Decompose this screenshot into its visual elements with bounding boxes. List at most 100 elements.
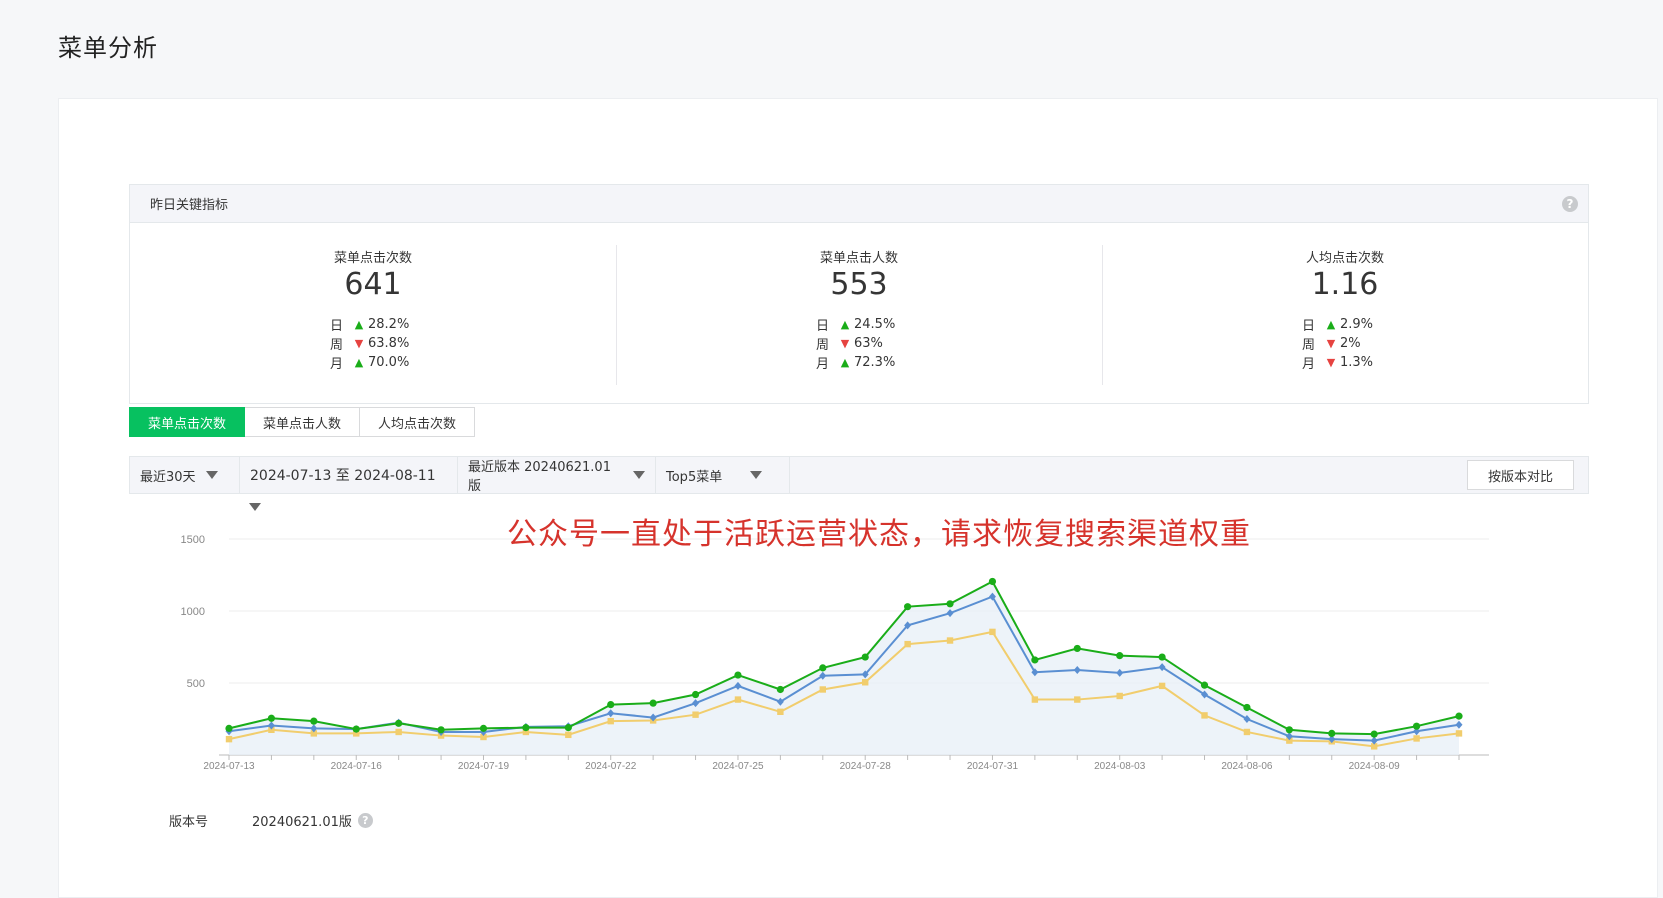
data-point — [607, 717, 614, 725]
metric-value: 1.16 — [1311, 267, 1379, 302]
data-point — [1328, 729, 1336, 737]
version-row: 版本号 20240621.01版 ? — [169, 811, 373, 830]
data-point — [310, 717, 318, 725]
data-point — [352, 725, 360, 733]
arrow-down-icon: ▼ — [354, 337, 364, 350]
metric-changes: 日 ▲ 24.5% 周 ▼ 63% 月 ▲ 72.3% — [816, 315, 895, 372]
data-point — [989, 628, 996, 636]
metric-menu-users: 菜单点击人数 553 日 ▲ 24.5% 周 ▼ 63% 月 ▲ 72.3% — [616, 223, 1102, 403]
data-point — [734, 696, 742, 703]
tab-clicks-per-user[interactable]: 人均点击次数 — [360, 407, 476, 437]
data-point — [522, 724, 530, 732]
version-select[interactable]: 最近版本 20240621.01版 — [458, 457, 656, 494]
metric-value: 641 — [344, 267, 402, 302]
chevron-down-icon — [205, 471, 218, 479]
data-point — [776, 685, 784, 694]
menu-select[interactable]: Top5菜单 — [656, 457, 790, 493]
date-range-picker[interactable]: 2024-07-13 至 2024-08-11 — [240, 457, 458, 493]
data-point — [1158, 682, 1166, 690]
version-select-label: 最近版本 20240621.01版 — [468, 460, 611, 494]
x-tick-label: 2024-08-09 — [1349, 761, 1401, 772]
change-value: 28.2% — [368, 317, 410, 332]
change-period-label: 周 — [330, 338, 344, 353]
data-point — [1200, 681, 1209, 689]
change-value: 63.8% — [368, 336, 410, 351]
data-point — [564, 724, 572, 732]
change-value: 63% — [854, 336, 883, 351]
change-value: 1.3% — [1340, 355, 1374, 370]
data-point — [946, 637, 954, 644]
data-point — [904, 640, 911, 648]
data-point — [861, 653, 869, 661]
arrow-up-icon: ▲ — [354, 356, 364, 369]
data-point — [395, 728, 402, 736]
data-point — [267, 714, 276, 722]
change-value: 2.9% — [1340, 317, 1374, 332]
version-label: 版本号 — [169, 815, 209, 830]
data-point — [988, 577, 997, 586]
data-point — [946, 600, 954, 608]
arrow-up-icon: ▲ — [840, 318, 850, 331]
data-point — [1116, 652, 1124, 660]
metric-change-row: 周 ▼ 2% — [1302, 334, 1373, 353]
data-point — [479, 724, 488, 732]
change-period-label: 周 — [816, 338, 830, 353]
change-period-label: 月 — [330, 357, 344, 372]
chevron-down-icon — [633, 471, 645, 479]
filter-bar: 最近30天 2024-07-13 至 2024-08-11 最近版本 20240… — [129, 456, 1589, 494]
metric-menu-clicks: 菜单点击次数 641 日 ▲ 28.2% 周 ▼ 63.8% 月 ▲ 70.0% — [130, 223, 616, 403]
notice-overlay-text: 公众号一直处于活跃运营状态，请求恢复搜索渠道权重 — [507, 517, 1251, 552]
change-value: 24.5% — [854, 317, 896, 332]
tab-menu-clicks[interactable]: 菜单点击次数 — [129, 407, 246, 437]
data-point — [862, 679, 869, 686]
series-area — [229, 581, 1459, 755]
metric-tabs: 菜单点击次数 菜单点击人数 人均点击次数 — [129, 407, 476, 437]
change-period-label: 月 — [816, 357, 830, 372]
data-point — [819, 686, 826, 693]
metric-change-row: 日 ▲ 24.5% — [816, 315, 895, 334]
data-point — [1455, 712, 1463, 720]
arrow-up-icon: ▲ — [354, 318, 364, 331]
data-point — [777, 708, 784, 715]
y-tick-label: 500 — [187, 678, 205, 690]
data-point — [437, 726, 445, 734]
x-tick-label: 2024-07-19 — [458, 761, 510, 772]
change-value: 72.3% — [854, 355, 896, 370]
compare-version-button[interactable]: 按版本对比 — [1466, 460, 1574, 490]
x-tick-label: 2024-08-06 — [1221, 761, 1273, 772]
data-point — [1031, 696, 1039, 703]
change-period-label: 日 — [330, 319, 344, 334]
data-point — [819, 664, 827, 672]
data-point — [1073, 644, 1081, 653]
data-point — [607, 701, 615, 709]
metric-change-row: 周 ▼ 63% — [816, 334, 895, 353]
help-icon[interactable]: ? — [1562, 196, 1578, 212]
data-point — [225, 724, 233, 732]
arrow-down-icon: ▼ — [1326, 337, 1336, 350]
metric-change-row: 日 ▲ 2.9% — [1302, 315, 1373, 334]
help-icon[interactable]: ? — [357, 813, 373, 828]
data-point — [692, 711, 699, 718]
version-value: 20240621.01版 — [252, 815, 352, 830]
key-metrics-panel: 昨日关键指标 ? 菜单点击次数 641 日 ▲ 28.2% 周 ▼ 63.8% 月 ▲ 70.0… — [129, 184, 1589, 404]
x-tick-label: 2024-07-13 — [203, 761, 255, 772]
metric-value: 553 — [830, 267, 888, 302]
range-select[interactable]: 最近30天 — [130, 457, 240, 493]
data-point — [1285, 726, 1293, 734]
arrow-up-icon: ▲ — [840, 356, 850, 369]
x-tick-label: 2024-07-31 — [967, 761, 1019, 772]
metric-changes: 日 ▲ 28.2% 周 ▼ 63.8% 月 ▲ 70.0% — [330, 315, 409, 372]
metric-clicks-per-user: 人均点击次数 1.16 日 ▲ 2.9% 周 ▼ 2% 月 ▼ 1.3% — [1102, 223, 1588, 403]
data-point — [565, 731, 572, 739]
x-tick-label: 2024-07-16 — [331, 761, 383, 772]
arrow-up-icon: ▲ — [1326, 318, 1336, 331]
x-tick-label: 2024-07-22 — [585, 761, 637, 772]
arrow-down-icon: ▼ — [840, 337, 850, 350]
data-point — [1413, 735, 1420, 742]
tab-menu-users[interactable]: 菜单点击人数 — [245, 407, 361, 437]
data-point — [1243, 728, 1251, 736]
page-title: 菜单分析 — [58, 34, 158, 62]
data-point — [649, 699, 657, 707]
x-tick-label: 2024-08-03 — [1094, 761, 1146, 772]
change-period-label: 日 — [1302, 319, 1316, 334]
